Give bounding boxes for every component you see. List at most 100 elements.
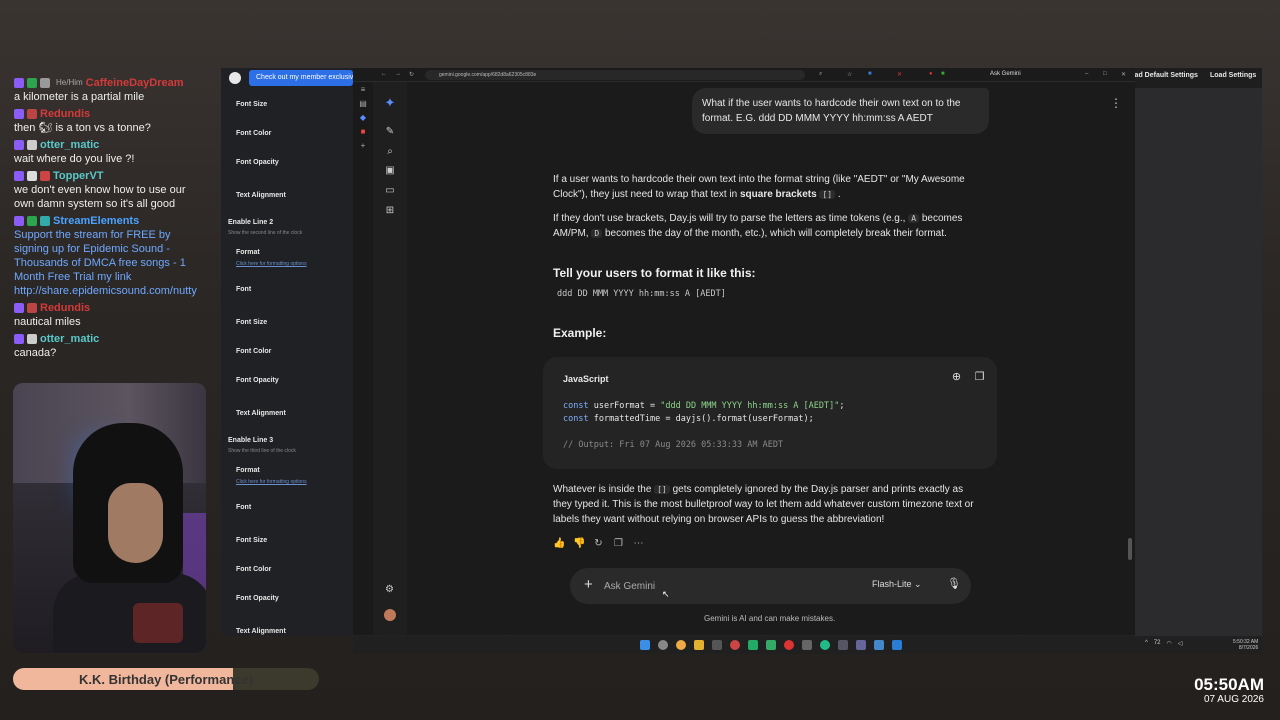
gallery-icon[interactable]: ▣ [383,164,397,178]
taskbar-clock[interactable]: 5:50:32 AM 8/7/2026 [1233,639,1258,651]
setting-enable-line3[interactable]: Enable Line 3 [228,437,273,444]
settings-gear-icon[interactable]: ⚙ [385,584,394,595]
badge-icon [27,333,37,344]
setting-font-opacity[interactable]: Font Opacity [236,159,279,166]
setting-font-3[interactable]: Font [236,504,251,511]
format-help-link-3[interactable]: Click here for formatting options [236,479,307,485]
microphone-icon[interactable]: 🎙 [947,577,961,590]
chat-username[interactable]: otter_matic [40,332,99,346]
forward-icon[interactable]: → [395,71,401,77]
app-icon[interactable] [748,640,758,650]
setting-format-3[interactable]: Format [236,467,260,474]
reader-icon[interactable]: ▤ [358,100,368,108]
setting-font-opacity-2[interactable]: Font Opacity [236,377,279,384]
app-icon[interactable] [802,640,812,650]
extension-icon[interactable]: ● [929,71,933,77]
badge-icon [14,139,24,150]
maximize-icon[interactable]: □ [1103,71,1107,77]
webcam-feed [13,383,206,653]
chat-username[interactable]: Redundis [40,107,90,121]
scrollbar[interactable] [1128,538,1132,560]
volume-icon[interactable]: ◁ [1178,640,1183,647]
prompt-input[interactable] [604,578,804,594]
setting-format[interactable]: Format [236,249,260,256]
wifi-icon[interactable]: ◠ [1167,640,1172,647]
weather-temp[interactable]: 72 [1154,640,1161,647]
minimize-icon[interactable]: – [1085,71,1088,77]
extension-icon[interactable]: ■ [868,71,872,77]
apps-icon[interactable]: ⊞ [383,204,397,218]
setting-font-opacity-3[interactable]: Font Opacity [236,595,279,602]
more-options-icon[interactable]: ⋮ [1110,96,1122,110]
obs-icon[interactable] [730,640,740,650]
app-icon[interactable] [784,640,794,650]
setting-font-size-2[interactable]: Font Size [236,319,267,326]
gemini-logo-icon[interactable]: ✦ [383,96,397,110]
close-icon[interactable]: ✕ [1121,71,1126,78]
stream-chat: He/Him CaffeineDayDream a kilometer is a p… [0,74,218,384]
extension-icon[interactable]: ✕ [897,71,902,78]
app-icon[interactable] [874,640,884,650]
gems-icon[interactable]: ▭ [383,184,397,198]
chat-username[interactable]: otter_matic [40,138,99,152]
setting-text-alignment-3[interactable]: Text Alignment [236,628,286,635]
chat-username[interactable]: StreamElements [53,214,139,228]
chat-username[interactable]: CaffeineDayDream [86,76,184,90]
chat-text: canada? [14,347,57,359]
chat-text: wait where do you live ?! [14,153,135,165]
address-bar[interactable]: gemini.google.com/app/682d8a62305c883e [425,70,805,80]
app-icon[interactable] [856,640,866,650]
load-default-settings-button[interactable]: Load Default Settings [1126,72,1198,79]
file-explorer-icon[interactable] [694,640,704,650]
search-icon[interactable]: ⌕ [383,145,397,159]
add-icon[interactable]: + [358,142,368,150]
setting-text-alignment-2[interactable]: Text Alignment [236,410,286,417]
chrome-icon[interactable] [676,640,686,650]
copy-response-icon[interactable]: ❐ [613,538,624,549]
badge-icon [40,215,50,226]
chat-username[interactable]: Redundis [40,301,90,315]
extension-icon[interactable]: ■ [941,71,945,77]
spotify-icon[interactable] [820,640,830,650]
avatar[interactable] [384,609,396,621]
setting-enable-line2[interactable]: Enable Line 2 [228,219,273,226]
thumbs-up-icon[interactable]: 👍 [553,538,565,549]
model-selector[interactable]: Flash-Lite ⌄ [872,579,922,590]
add-attachment-icon[interactable]: + [584,576,593,593]
load-settings-button[interactable]: Load Settings [1210,72,1256,79]
start-icon[interactable] [640,640,650,650]
format-help-link[interactable]: Click here for formatting options [236,261,307,267]
setting-font-color-3[interactable]: Font Color [236,566,271,573]
zoom-icon[interactable]: ⌕ [819,71,822,78]
setting-font-color-2[interactable]: Font Color [236,348,271,355]
setting-font-color[interactable]: Font Color [236,130,271,137]
back-icon[interactable]: ← [381,71,387,77]
chevron-up-icon[interactable]: ^ [1145,640,1148,647]
code-language-label: JavaScript [563,374,609,384]
bookmark-star-icon[interactable]: ☆ [847,71,852,78]
regenerate-icon[interactable]: ↻ [593,538,604,549]
member-promo-button[interactable]: Check out my member exclusive [249,70,353,86]
chrome-icon[interactable] [658,640,668,650]
setting-font-size-3[interactable]: Font Size [236,537,267,544]
ask-gemini-button[interactable]: Ask Gemini [990,71,1021,77]
chat-username[interactable]: TopperVT [53,169,104,183]
setting-font-size[interactable]: Font Size [236,101,267,108]
setting-text-alignment[interactable]: Text Alignment [236,192,286,199]
new-chat-icon[interactable]: ✎ [383,125,397,139]
more-icon[interactable]: ⋯ [633,538,644,549]
app-icon[interactable] [712,640,722,650]
record-icon[interactable]: ■ [358,128,368,136]
reload-icon[interactable]: ↻ [409,71,414,78]
clock-settings-panel: Font Size Font Color Font Opacity Text A… [221,68,353,636]
download-icon[interactable]: ⊕ [950,371,963,384]
thumbs-down-icon[interactable]: 👎 [573,538,585,549]
gemini-rail-icon[interactable]: ◆ [358,114,368,122]
app-icon[interactable] [766,640,776,650]
browser-side-rail: ≡ ▤ ◆ ■ + [353,82,373,635]
menu-icon[interactable]: ≡ [358,86,368,94]
setting-font[interactable]: Font [236,286,251,293]
app-icon[interactable] [838,640,848,650]
vscode-icon[interactable] [892,640,902,650]
copy-icon[interactable]: ❐ [973,371,986,384]
